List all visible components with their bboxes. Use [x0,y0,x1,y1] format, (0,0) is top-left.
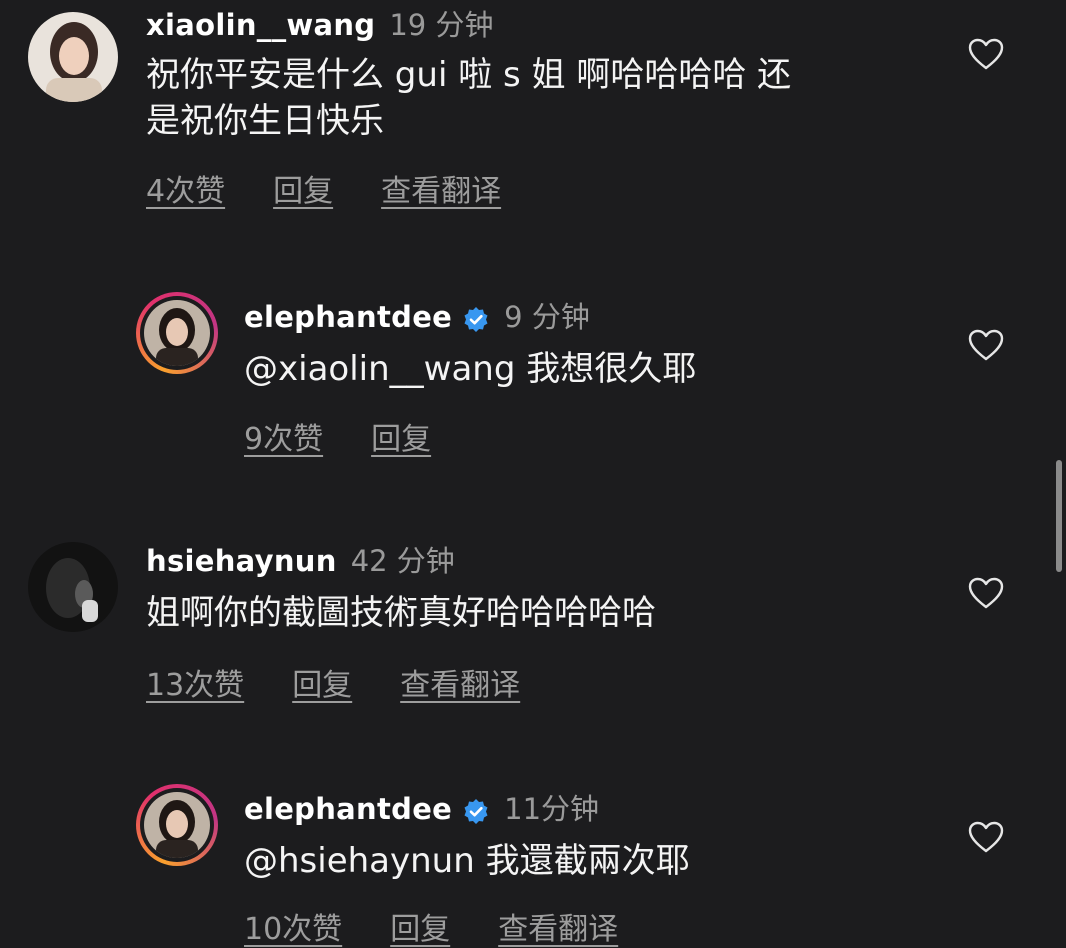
comment-actions: 10次赞 回复 查看翻译 [244,904,618,948]
avatar-hsiehaynun[interactable] [28,542,118,632]
likes-count[interactable]: 4次赞 [146,166,225,210]
timestamp: 11分钟 [504,792,600,826]
verified-badge-icon [464,306,488,332]
verified-badge-icon [464,798,488,824]
comment-header: elephantdee 11分钟 [244,786,599,829]
comment-text: 姐啊你的截圖技術真好哈哈哈哈哈 [146,593,656,633]
heart-icon[interactable] [968,577,1004,609]
comment-header: xiaolin__wang 19 分钟 [146,2,493,44]
comment-actions: 4次赞 回复 查看翻译 [146,166,501,210]
heart-icon[interactable] [968,329,1004,361]
reply-button[interactable]: 回复 [390,904,450,948]
username[interactable]: elephantdee [244,300,452,334]
reply-button[interactable]: 回复 [371,414,431,458]
scrollbar-thumb[interactable] [1056,460,1062,572]
username[interactable]: xiaolin__wang [146,8,375,42]
reply-button[interactable]: 回复 [273,166,333,210]
comment-text: 祝你平安是什么 gui 啦 s 姐 啊哈哈哈哈 还 是祝你生日快乐 [146,55,792,141]
reply-button[interactable]: 回复 [292,660,352,704]
username[interactable]: elephantdee [244,792,452,826]
timestamp: 42 分钟 [350,544,455,578]
likes-count[interactable]: 13次赞 [146,660,244,704]
username[interactable]: hsiehaynun [146,544,337,578]
translate-button[interactable]: 查看翻译 [381,166,501,210]
avatar-xiaolin-wang[interactable] [28,12,118,102]
timestamp: 9 分钟 [504,300,590,334]
translate-button[interactable]: 查看翻译 [400,660,520,704]
translate-button[interactable]: 查看翻译 [498,904,618,948]
timestamp: 19 分钟 [389,8,494,42]
heart-icon[interactable] [968,38,1004,70]
comment-actions: 13次赞 回复 查看翻译 [146,660,520,704]
avatar-elephantdee[interactable] [144,792,210,858]
comment-header: hsiehaynun 42 分钟 [146,538,455,580]
avatar-elephantdee[interactable] [144,300,210,366]
comment-text: @hsiehaynun 我還截兩次耶 [244,841,690,881]
likes-count[interactable]: 10次赞 [244,904,342,948]
comment-header: elephantdee 9 分钟 [244,294,590,337]
likes-count[interactable]: 9次赞 [244,414,323,458]
heart-icon[interactable] [968,821,1004,853]
comment-actions: 9次赞 回复 [244,414,431,458]
comment-text: @xiaolin__wang 我想很久耶 [244,349,697,389]
